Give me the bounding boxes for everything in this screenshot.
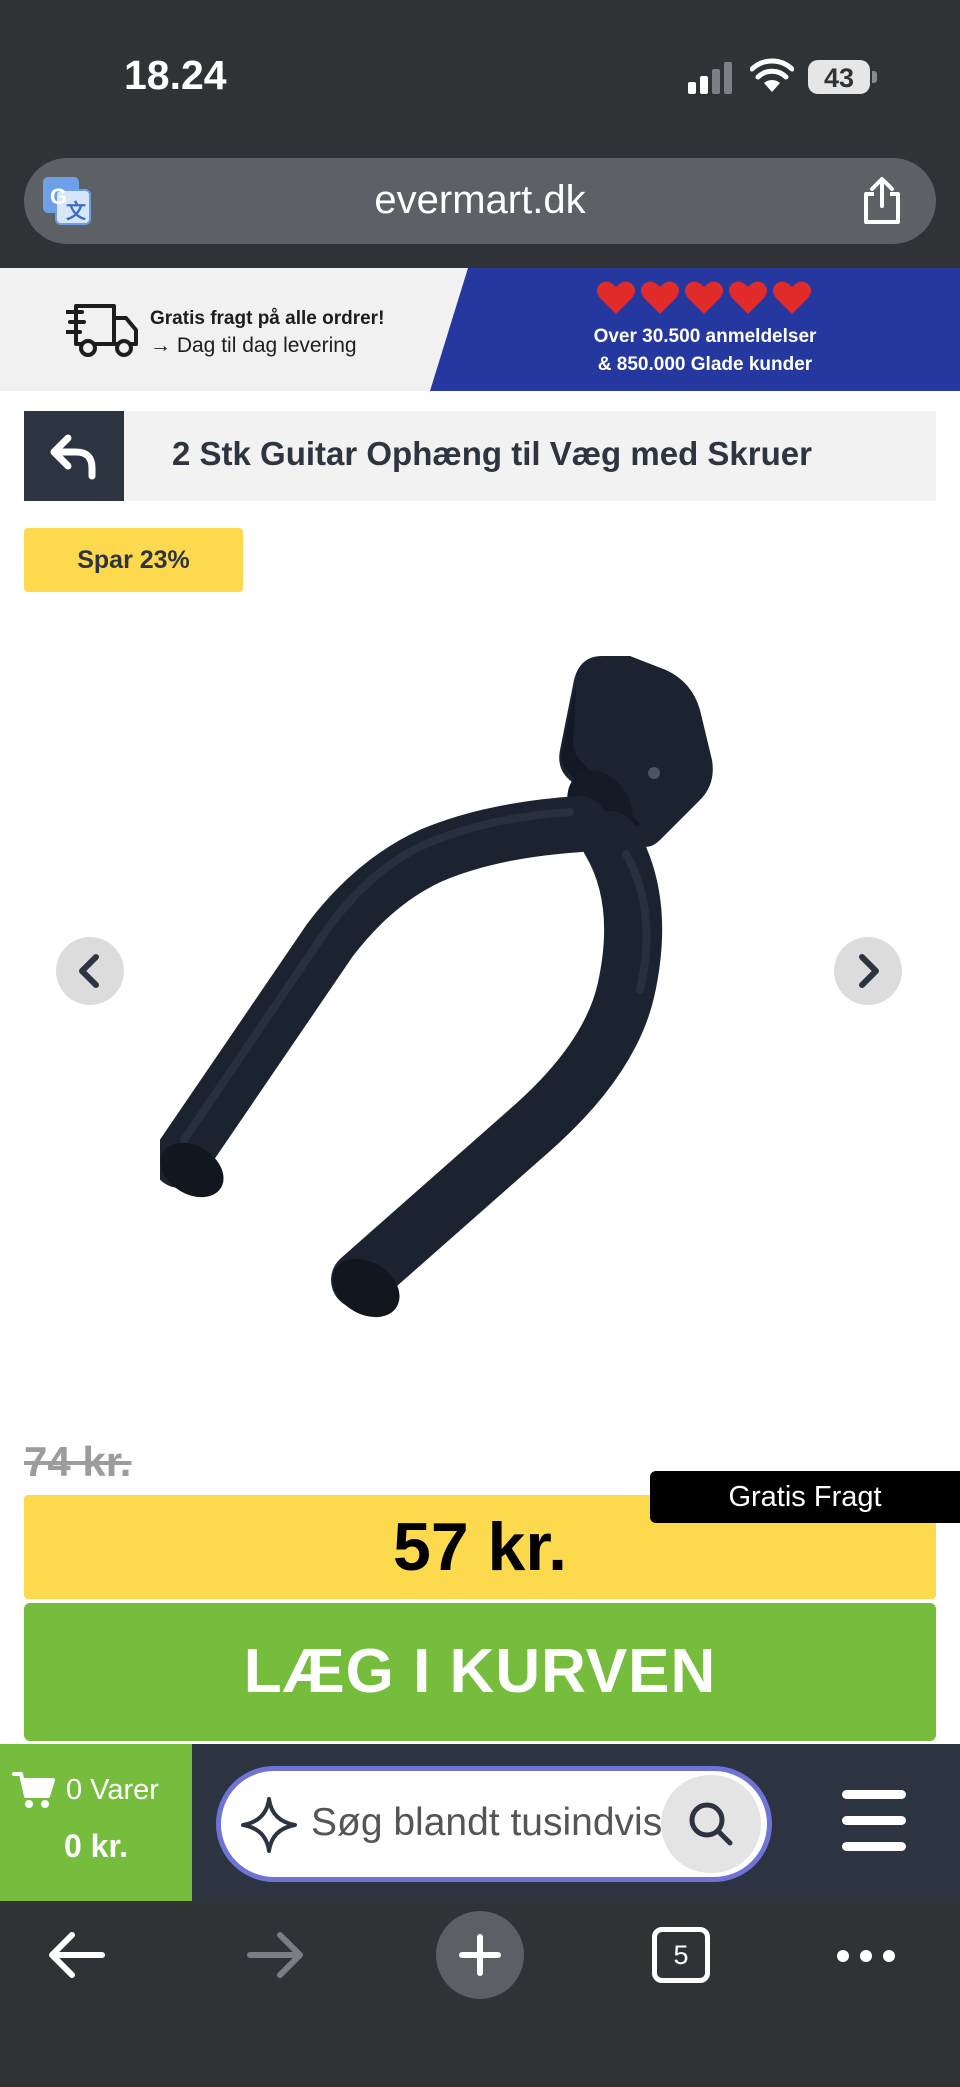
heart-icon bbox=[685, 281, 723, 314]
share-icon[interactable] bbox=[860, 176, 904, 226]
shipping-subtitle: → Dag til dag levering bbox=[150, 334, 357, 357]
next-image-button[interactable] bbox=[834, 937, 902, 1005]
browser-forward-icon[interactable] bbox=[246, 1927, 306, 1983]
heart-icon bbox=[641, 281, 679, 314]
sticky-bottom-bar: 0 Varer 0 kr. bbox=[0, 1744, 960, 1901]
previous-image-button[interactable] bbox=[56, 937, 124, 1005]
plus-icon bbox=[459, 1934, 501, 1976]
tabs-button[interactable]: 5 bbox=[652, 1927, 710, 1983]
new-tab-button[interactable] bbox=[436, 1911, 524, 1999]
browser-top-chrome: 18.24 43 G 文 evermart.dk bbox=[0, 0, 960, 268]
cart-item-count: 0 Varer bbox=[66, 1774, 159, 1806]
product-image[interactable] bbox=[160, 640, 800, 1360]
cellular-signal-icon bbox=[688, 62, 732, 94]
product-title: 2 Stk Guitar Ophæng til Væg med Skruer bbox=[172, 435, 812, 472]
reviews-count: Over 30.500 anmeldelser bbox=[593, 326, 817, 347]
search-icon bbox=[689, 1802, 733, 1846]
free-shipping-tag: Gratis Fragt bbox=[650, 1471, 960, 1523]
hamburger-menu-button[interactable] bbox=[836, 1790, 912, 1852]
status-time: 18.24 bbox=[124, 52, 227, 98]
search-box[interactable] bbox=[216, 1766, 772, 1882]
wifi-icon bbox=[750, 58, 794, 92]
customers-count: & 850.000 Glade kunder bbox=[597, 354, 813, 375]
url-text[interactable]: evermart.dk bbox=[24, 178, 936, 223]
cart-total: 0 kr. bbox=[63, 1828, 129, 1864]
shipping-title: Gratis fragt på alle ordrer! bbox=[150, 308, 385, 329]
add-to-cart-button[interactable]: LÆG I KURVEN bbox=[24, 1603, 936, 1741]
add-to-cart-label: LÆG I KURVEN bbox=[243, 1637, 717, 1706]
address-bar[interactable]: G 文 evermart.dk bbox=[24, 158, 936, 244]
cart-summary[interactable]: 0 Varer 0 kr. bbox=[0, 1744, 192, 1901]
discount-badge: Spar 23% bbox=[24, 528, 243, 592]
back-button[interactable] bbox=[24, 411, 124, 501]
rating-hearts-icon bbox=[597, 281, 811, 314]
battery-level: 43 bbox=[823, 63, 855, 93]
old-price: 74 kr. bbox=[24, 1438, 132, 1485]
heart-icon bbox=[773, 281, 811, 314]
heart-icon bbox=[729, 281, 767, 314]
battery-indicator: 43 bbox=[808, 60, 877, 94]
heart-icon bbox=[597, 281, 635, 314]
back-arrow-icon bbox=[50, 434, 96, 480]
delivery-truck-icon bbox=[66, 304, 138, 357]
shopping-cart-icon bbox=[12, 1772, 55, 1808]
product-title-box: 2 Stk Guitar Ophæng til Væg med Skruer bbox=[124, 411, 936, 501]
ai-sparkle-icon bbox=[241, 1797, 297, 1853]
chevron-right-icon bbox=[859, 954, 879, 988]
browser-back-icon[interactable] bbox=[46, 1927, 106, 1983]
search-button[interactable] bbox=[661, 1775, 761, 1873]
chevron-left-icon bbox=[79, 954, 99, 988]
promo-banner: Gratis fragt på alle ordrer! → Dag til d… bbox=[0, 268, 960, 391]
browser-toolbar: 5 bbox=[0, 1901, 960, 2087]
more-options-icon[interactable] bbox=[836, 1949, 896, 1963]
search-input[interactable] bbox=[311, 1793, 661, 1853]
